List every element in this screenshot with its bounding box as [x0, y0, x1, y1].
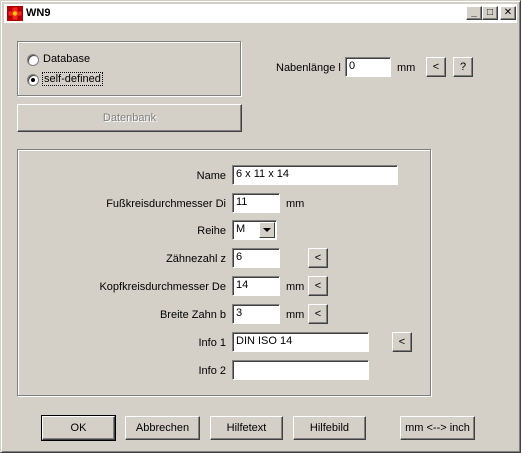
radio-self-defined[interactable]: self-defined: [27, 72, 147, 89]
datenbank-button[interactable]: Datenbank: [17, 104, 242, 132]
radio-database-label: Database: [43, 53, 91, 65]
info1-label: Info 1: [198, 337, 226, 349]
reihe-select[interactable]: M: [232, 220, 277, 240]
kopfkreis-input[interactable]: 14: [232, 276, 280, 296]
title-bar[interactable]: WN9 _ □ ✕: [4, 4, 517, 23]
kopfkreis-unit: mm: [286, 281, 305, 293]
breite-zahn-input[interactable]: 3: [232, 304, 280, 324]
reihe-label: Reihe: [197, 225, 226, 237]
info2-label: Info 2: [198, 365, 226, 377]
radio-self-defined-label: self-defined: [42, 72, 103, 86]
fusskreis-input[interactable]: 11: [232, 193, 280, 213]
info1-input[interactable]: DIN ISO 14: [232, 332, 369, 352]
app-icon: [7, 6, 23, 21]
units-toggle-button[interactable]: mm <--> inch: [400, 416, 475, 440]
radio-self-defined-indicator[interactable]: [27, 74, 39, 86]
hilfebild-button[interactable]: Hilfebild: [293, 416, 366, 440]
fusskreis-unit: mm: [286, 198, 305, 210]
fusskreis-label: Fußkreisdurchmesser Di: [106, 198, 226, 210]
info1-back-button[interactable]: <: [392, 332, 412, 352]
chevron-down-icon[interactable]: [259, 222, 275, 238]
reihe-select-value: M: [236, 223, 246, 235]
nabenlaenge-back-button[interactable]: <: [426, 57, 446, 77]
zaehnezahl-input[interactable]: 6: [232, 248, 280, 268]
radio-database-indicator[interactable]: [27, 54, 39, 66]
close-button[interactable]: ✕: [500, 6, 516, 20]
minimize-button[interactable]: _: [466, 6, 482, 20]
info2-input[interactable]: [232, 360, 369, 380]
nabenlaenge-input[interactable]: 0: [345, 57, 391, 77]
hilfetext-button[interactable]: Hilfetext: [210, 416, 283, 440]
zaehnezahl-back-button[interactable]: <: [308, 248, 328, 268]
parameters-groupbox: [17, 149, 431, 396]
maximize-button[interactable]: □: [482, 6, 498, 20]
ok-button[interactable]: OK: [41, 415, 116, 441]
name-input[interactable]: 6 x 11 x 14: [232, 165, 398, 185]
nabenlaenge-label: Nabenlänge l: [276, 62, 341, 74]
nabenlaenge-unit: mm: [397, 62, 416, 74]
datenbank-button-label: Datenbank: [102, 112, 157, 124]
dialog-window: WN9 _ □ ✕ Database self-defined Datenban…: [0, 0, 521, 453]
breite-zahn-back-button[interactable]: <: [308, 304, 328, 324]
window-title: WN9: [26, 7, 51, 19]
kopfkreis-back-button[interactable]: <: [308, 276, 328, 296]
radio-database[interactable]: Database: [27, 53, 147, 69]
breite-zahn-unit: mm: [286, 309, 305, 321]
breite-zahn-label: Breite Zahn b: [159, 309, 226, 321]
help-button[interactable]: ?: [453, 57, 473, 77]
abbrechen-button[interactable]: Abbrechen: [125, 416, 200, 440]
kopfkreis-label: Kopfkreisdurchmesser De: [99, 281, 226, 293]
zaehnezahl-label: Zähnezahl z: [166, 253, 226, 265]
name-label: Name: [196, 170, 226, 182]
